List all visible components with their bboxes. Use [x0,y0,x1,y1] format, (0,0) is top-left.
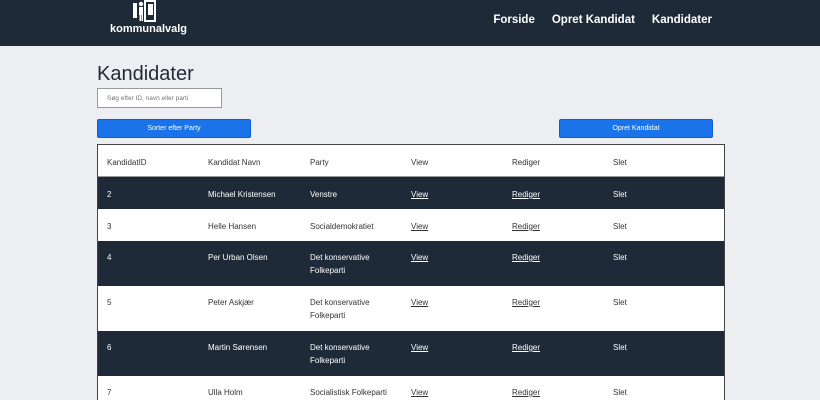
create-candidate-button[interactable]: Opret Kandidat [559,119,713,138]
cell-name: Helle Hansen [208,222,257,231]
candidates-table: KandidatID Kandidat Navn Party View Redi… [97,144,725,400]
search-input[interactable] [97,88,222,108]
header-party: Party [310,158,329,167]
nav-link-forside[interactable]: Forside [493,14,535,26]
cell-party: Det konservative Folkeparti [310,253,370,275]
cell-name: Michael Kristensen [208,190,276,199]
delete-link[interactable]: Slet [613,251,627,264]
cell-party: Det konservative Folkeparti [310,343,370,365]
sort-by-party-button[interactable]: Sorter efter Party [97,119,251,138]
header-slet: Slet [613,158,627,167]
nav-links: Forside Opret Kandidat Kandidater [493,14,712,26]
cell-name: Martin Sørensen [208,343,268,352]
edit-link[interactable]: Rediger [512,220,540,233]
voting-booth-icon [133,0,156,22]
view-link[interactable]: View [411,220,428,233]
nav-link-opret-kandidat[interactable]: Opret Kandidat [552,14,635,26]
delete-link[interactable]: Slet [613,296,627,309]
delete-link[interactable]: Slet [613,386,627,399]
view-link[interactable]: View [411,386,428,399]
nav-link-kandidater[interactable]: Kandidater [652,14,712,26]
page-title: Kandidater [97,63,194,85]
table-header-row: KandidatID Kandidat Navn Party View Redi… [98,145,724,177]
logo-text: kommunalvalg [110,23,188,35]
delete-link[interactable]: Slet [613,341,627,354]
delete-link[interactable]: Slet [613,220,627,233]
cell-id: 4 [107,253,112,262]
cell-party: Det konservative Folkeparti [310,298,370,320]
cell-party: Socialistisk Folkeparti [310,388,387,397]
logo[interactable]: kommunalvalg [110,0,190,40]
edit-link[interactable]: Rediger [512,188,540,201]
cell-id: 2 [107,190,112,199]
edit-link[interactable]: Rediger [512,386,540,399]
table-row: 3 Helle Hansen Socialdemokratiet View Re… [98,209,724,241]
table-row: 7 Ulla Holm Socialistisk Folkeparti View… [98,376,724,400]
table-row: 5 Peter Askjær Det konservative Folkepar… [98,286,724,331]
cell-party: Venstre [310,190,338,199]
cell-name: Per Urban Olsen [208,253,268,262]
edit-link[interactable]: Rediger [512,251,540,264]
header-rediger: Rediger [512,158,541,167]
view-link[interactable]: View [411,188,428,201]
edit-link[interactable]: Rediger [512,296,540,309]
cell-party: Socialdemokratiet [310,222,374,231]
view-link[interactable]: View [411,341,428,354]
table-row: 6 Martin Sørensen Det konservative Folke… [98,331,724,376]
header-kandidat-navn: Kandidat Navn [208,158,261,167]
header-view: View [411,158,429,167]
cell-id: 3 [107,222,112,231]
header-kandidat-id: KandidatID [107,158,147,167]
edit-link[interactable]: Rediger [512,341,540,354]
cell-id: 5 [107,298,112,307]
navbar: kommunalvalg Forside Opret Kandidat Kand… [0,0,820,46]
table-row: 2 Michael Kristensen Venstre View Redige… [98,177,724,209]
cell-id: 7 [107,388,112,397]
view-link[interactable]: View [411,251,428,264]
cell-name: Ulla Holm [208,388,243,397]
delete-link[interactable]: Slet [613,188,627,201]
view-link[interactable]: View [411,296,428,309]
cell-id: 6 [107,343,112,352]
cell-name: Peter Askjær [208,298,254,307]
table-row: 4 Per Urban Olsen Det konservative Folke… [98,241,724,286]
